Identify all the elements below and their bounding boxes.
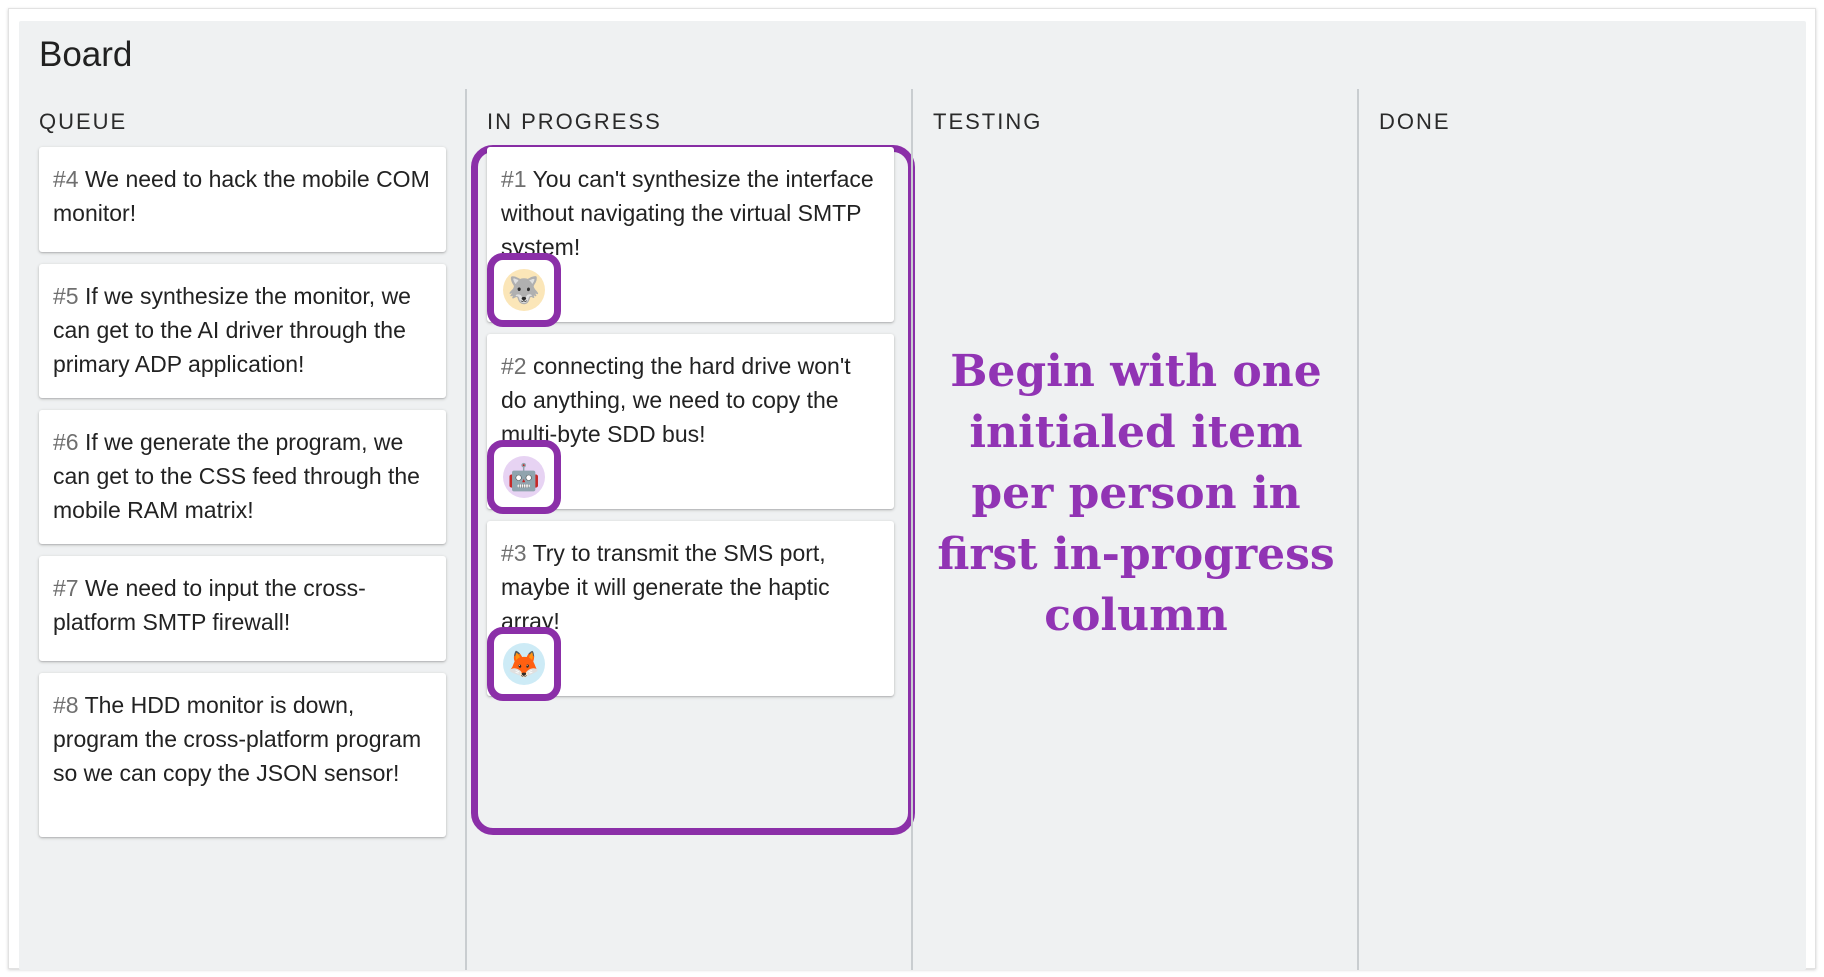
column-header-testing: TESTING xyxy=(933,109,1043,134)
card-number: #2 xyxy=(501,353,527,379)
fox-avatar-icon[interactable]: 🦊 xyxy=(503,643,545,685)
avatar-highlight: 🐺 xyxy=(487,253,561,327)
column-header-done: DONE xyxy=(1379,109,1451,134)
column-header-queue: QUEUE xyxy=(39,109,128,134)
card-text: You can't synthesize the interface witho… xyxy=(501,166,874,260)
card-2[interactable]: #2 connecting the hard drive won't do an… xyxy=(487,334,894,514)
card-text: If we synthesize the monitor, we can get… xyxy=(53,283,411,377)
card-number: #4 xyxy=(53,166,79,192)
kanban-board: Board QUEUE #4 We need to hack the mobil… xyxy=(19,21,1806,970)
card-number: #6 xyxy=(53,429,79,455)
card-number: #3 xyxy=(501,540,527,566)
column-testing: TESTING Begin with one initialed item pe… xyxy=(911,89,1358,970)
column-header-in-progress: IN PROGRESS xyxy=(487,109,662,134)
annotation-callout: Begin with one initialed item per person… xyxy=(937,346,1335,641)
card-4[interactable]: #4 We need to hack the mobile COM monito… xyxy=(39,147,446,252)
avatar-highlight: 🦊 xyxy=(487,627,561,701)
card-6[interactable]: #6 If we generate the program, we can ge… xyxy=(39,410,446,544)
card-3[interactable]: #3 Try to transmit the SMS port, maybe i… xyxy=(487,521,894,701)
card-number: #5 xyxy=(53,283,79,309)
board-window: Board QUEUE #4 We need to hack the mobil… xyxy=(8,8,1816,970)
avatar-highlight: 🤖 xyxy=(487,440,561,514)
robot-avatar-icon[interactable]: 🤖 xyxy=(503,456,545,498)
column-queue: QUEUE #4 We need to hack the mobile COM … xyxy=(19,89,466,970)
card-1[interactable]: #1 You can't synthesize the interface wi… xyxy=(487,147,894,327)
card-text: We need to input the cross-platform SMTP… xyxy=(53,575,366,635)
card-number: #7 xyxy=(53,575,79,601)
column-in-progress: IN PROGRESS #1 You can't synthesize the … xyxy=(465,89,915,970)
card-7[interactable]: #7 We need to input the cross-platform S… xyxy=(39,556,446,661)
card-number: #8 xyxy=(53,692,79,718)
card-text: We need to hack the mobile COM monitor! xyxy=(53,166,430,226)
column-done: DONE xyxy=(1357,89,1804,970)
card-text: Try to transmit the SMS port, maybe it w… xyxy=(501,540,830,634)
card-text: connecting the hard drive won't do anyth… xyxy=(501,353,851,447)
wolf-avatar-icon[interactable]: 🐺 xyxy=(503,269,545,311)
card-text: If we generate the program, we can get t… xyxy=(53,429,420,523)
card-number: #1 xyxy=(501,166,527,192)
card-8[interactable]: #8 The HDD monitor is down, program the … xyxy=(39,673,446,837)
board-title: Board xyxy=(39,35,133,74)
card-text: The HDD monitor is down, program the cro… xyxy=(53,692,422,786)
card-5[interactable]: #5 If we synthesize the monitor, we can … xyxy=(39,264,446,398)
